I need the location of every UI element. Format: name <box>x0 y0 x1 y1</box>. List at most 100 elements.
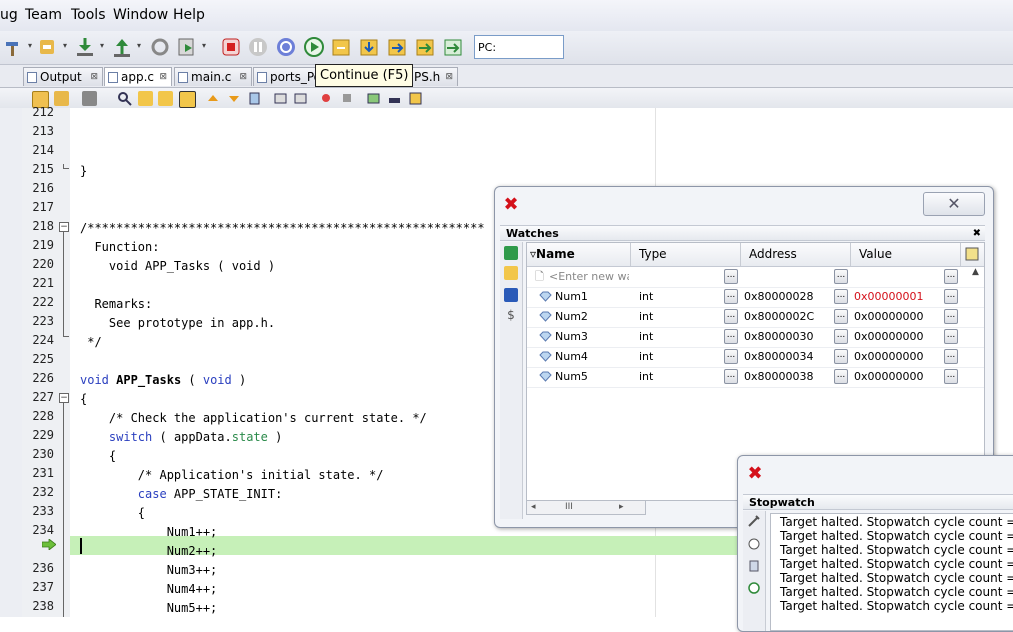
ellipsis-button[interactable]: ... <box>834 269 848 284</box>
shift-right-icon[interactable] <box>293 91 308 106</box>
tab-main-c[interactable]: main.c ⊠ <box>174 67 252 86</box>
close-panel-icon[interactable]: ✖ <box>503 196 519 214</box>
hammer-icon[interactable] <box>2 36 32 58</box>
line-number: 233 <box>32 504 54 518</box>
menu-help[interactable]: Help <box>173 7 205 23</box>
save-watch-icon[interactable] <box>504 288 518 302</box>
column-header-name[interactable]: ▿Name <box>527 243 631 266</box>
tab-label: PS.h <box>414 70 441 84</box>
ellipsis-button[interactable]: ... <box>834 369 848 384</box>
history-icon[interactable] <box>54 91 69 106</box>
column-header-value[interactable]: Value <box>851 243 961 266</box>
horizontal-scrollbar[interactable]: ◂ III ▸ <box>526 500 646 515</box>
format-icon[interactable] <box>408 91 423 106</box>
menu-team[interactable]: Team <box>25 7 62 23</box>
panel-close-icon[interactable]: ✖ <box>973 226 981 242</box>
ellipsis-button[interactable]: ... <box>724 309 738 324</box>
ellipsis-button[interactable]: ... <box>944 269 958 284</box>
debug-project-icon[interactable] <box>176 36 206 58</box>
find-icon[interactable] <box>117 91 132 106</box>
stop-macro-icon[interactable] <box>340 91 355 106</box>
ellipsis-button[interactable]: ... <box>724 349 738 364</box>
watch-value-changed[interactable]: 0x00000001 <box>854 287 942 307</box>
close-icon[interactable]: ⊠ <box>239 68 247 87</box>
new-watch-icon[interactable] <box>504 246 518 260</box>
table-row[interactable]: Num5 int ... 0x80000038 ... 0x00000000 .… <box>527 367 984 388</box>
run-to-cursor-icon[interactable] <box>331 36 353 58</box>
code-line: See prototype in app.h. <box>80 316 276 330</box>
close-icon[interactable]: ⊠ <box>445 68 453 87</box>
upload-icon[interactable] <box>111 36 141 58</box>
ellipsis-button[interactable]: ... <box>944 349 958 364</box>
tab-ports[interactable]: ports_Po <box>253 67 321 86</box>
ellipsis-button[interactable]: ... <box>834 329 848 344</box>
close-icon[interactable]: ⊠ <box>159 68 167 87</box>
record-macro-icon[interactable] <box>319 91 334 106</box>
scroll-thumb[interactable]: III <box>565 501 573 514</box>
table-row[interactable]: Num3 int ... 0x80000030 ... 0x00000000 .… <box>527 327 984 348</box>
ellipsis-button[interactable]: ... <box>944 369 958 384</box>
ellipsis-button[interactable]: ... <box>944 289 958 304</box>
ellipsis-button[interactable]: ... <box>834 309 848 324</box>
scroll-right-icon[interactable]: ▸ <box>619 501 624 514</box>
ellipsis-button[interactable]: ... <box>724 289 738 304</box>
shift-left-icon[interactable] <box>273 91 288 106</box>
table-row-new-watch[interactable]: 🗋 <Enter new wa ... ... ... <box>527 267 984 288</box>
build-icon[interactable] <box>37 36 67 58</box>
column-header-address[interactable]: Address <box>741 243 851 266</box>
ellipsis-button[interactable]: ... <box>834 349 848 364</box>
ellipsis-button[interactable]: ... <box>834 289 848 304</box>
close-icon[interactable]: ⊠ <box>90 68 98 87</box>
reset-icon[interactable] <box>149 36 171 58</box>
ellipsis-button[interactable]: ... <box>944 309 958 324</box>
window-close-button[interactable]: ✕ <box>923 192 985 216</box>
menu-debug[interactable]: ug <box>0 7 18 23</box>
fold-toggle[interactable]: − <box>59 393 69 403</box>
trash-icon[interactable] <box>747 558 761 572</box>
timer-icon[interactable] <box>747 580 761 594</box>
scroll-left-icon[interactable]: ◂ <box>531 501 536 514</box>
ellipsis-button[interactable]: ... <box>724 269 738 284</box>
close-panel-icon[interactable]: ✖ <box>747 465 763 483</box>
download-icon[interactable] <box>74 36 104 58</box>
fold-toggle[interactable]: − <box>59 222 69 232</box>
step-over-icon[interactable] <box>387 36 409 58</box>
toggle-bookmark-icon[interactable] <box>247 91 262 106</box>
watch-value[interactable]: 0x00000000 <box>854 327 942 347</box>
tab-output[interactable]: Output ⊠ <box>23 67 103 86</box>
dollar-icon[interactable]: $ <box>504 308 518 322</box>
new-watch-input[interactable]: <Enter new wa <box>549 267 629 287</box>
pause-icon[interactable] <box>247 36 269 58</box>
watch-value[interactable]: 0x00000000 <box>854 347 942 367</box>
tools-icon[interactable] <box>747 514 761 528</box>
table-row[interactable]: Num2 int ... 0x8000002C ... 0x00000000 .… <box>527 307 984 328</box>
tab-app-c[interactable]: app.c ⊠ <box>104 67 172 86</box>
find-next-icon[interactable] <box>158 91 173 106</box>
ellipsis-button[interactable]: ... <box>944 329 958 344</box>
step-out-icon[interactable] <box>415 36 437 58</box>
ellipsis-button[interactable]: ... <box>724 329 738 344</box>
set-pc-icon[interactable] <box>443 36 465 58</box>
column-chooser-icon[interactable] <box>961 243 984 266</box>
next-bookmark-icon[interactable] <box>226 91 241 106</box>
stopwatch-reset-icon[interactable] <box>747 536 761 550</box>
column-header-type[interactable]: Type <box>631 243 741 266</box>
toggle-highlight-icon[interactable] <box>179 91 196 108</box>
step-into-icon[interactable] <box>359 36 381 58</box>
watch-value[interactable]: 0x00000000 <box>854 307 942 327</box>
table-row[interactable]: Num1 int ... 0x80000028 ... 0x00000001 .… <box>527 287 984 308</box>
back-icon[interactable] <box>82 91 97 106</box>
previous-bookmark-icon[interactable] <box>205 91 220 106</box>
table-row[interactable]: Num4 int ... 0x80000034 ... 0x00000000 .… <box>527 347 984 368</box>
find-previous-icon[interactable] <box>138 91 153 106</box>
continue-icon[interactable] <box>303 36 325 58</box>
reset-device-icon[interactable] <box>275 36 297 58</box>
edit-watch-icon[interactable] <box>504 266 518 280</box>
stop-icon[interactable] <box>220 36 242 58</box>
menu-tools[interactable]: Tools <box>71 7 106 23</box>
menu-window[interactable]: Window <box>113 7 168 23</box>
ellipsis-button[interactable]: ... <box>724 369 738 384</box>
comment-icon[interactable] <box>366 91 381 106</box>
uncomment-icon[interactable] <box>387 91 402 106</box>
watch-value[interactable]: 0x00000000 <box>854 367 942 387</box>
